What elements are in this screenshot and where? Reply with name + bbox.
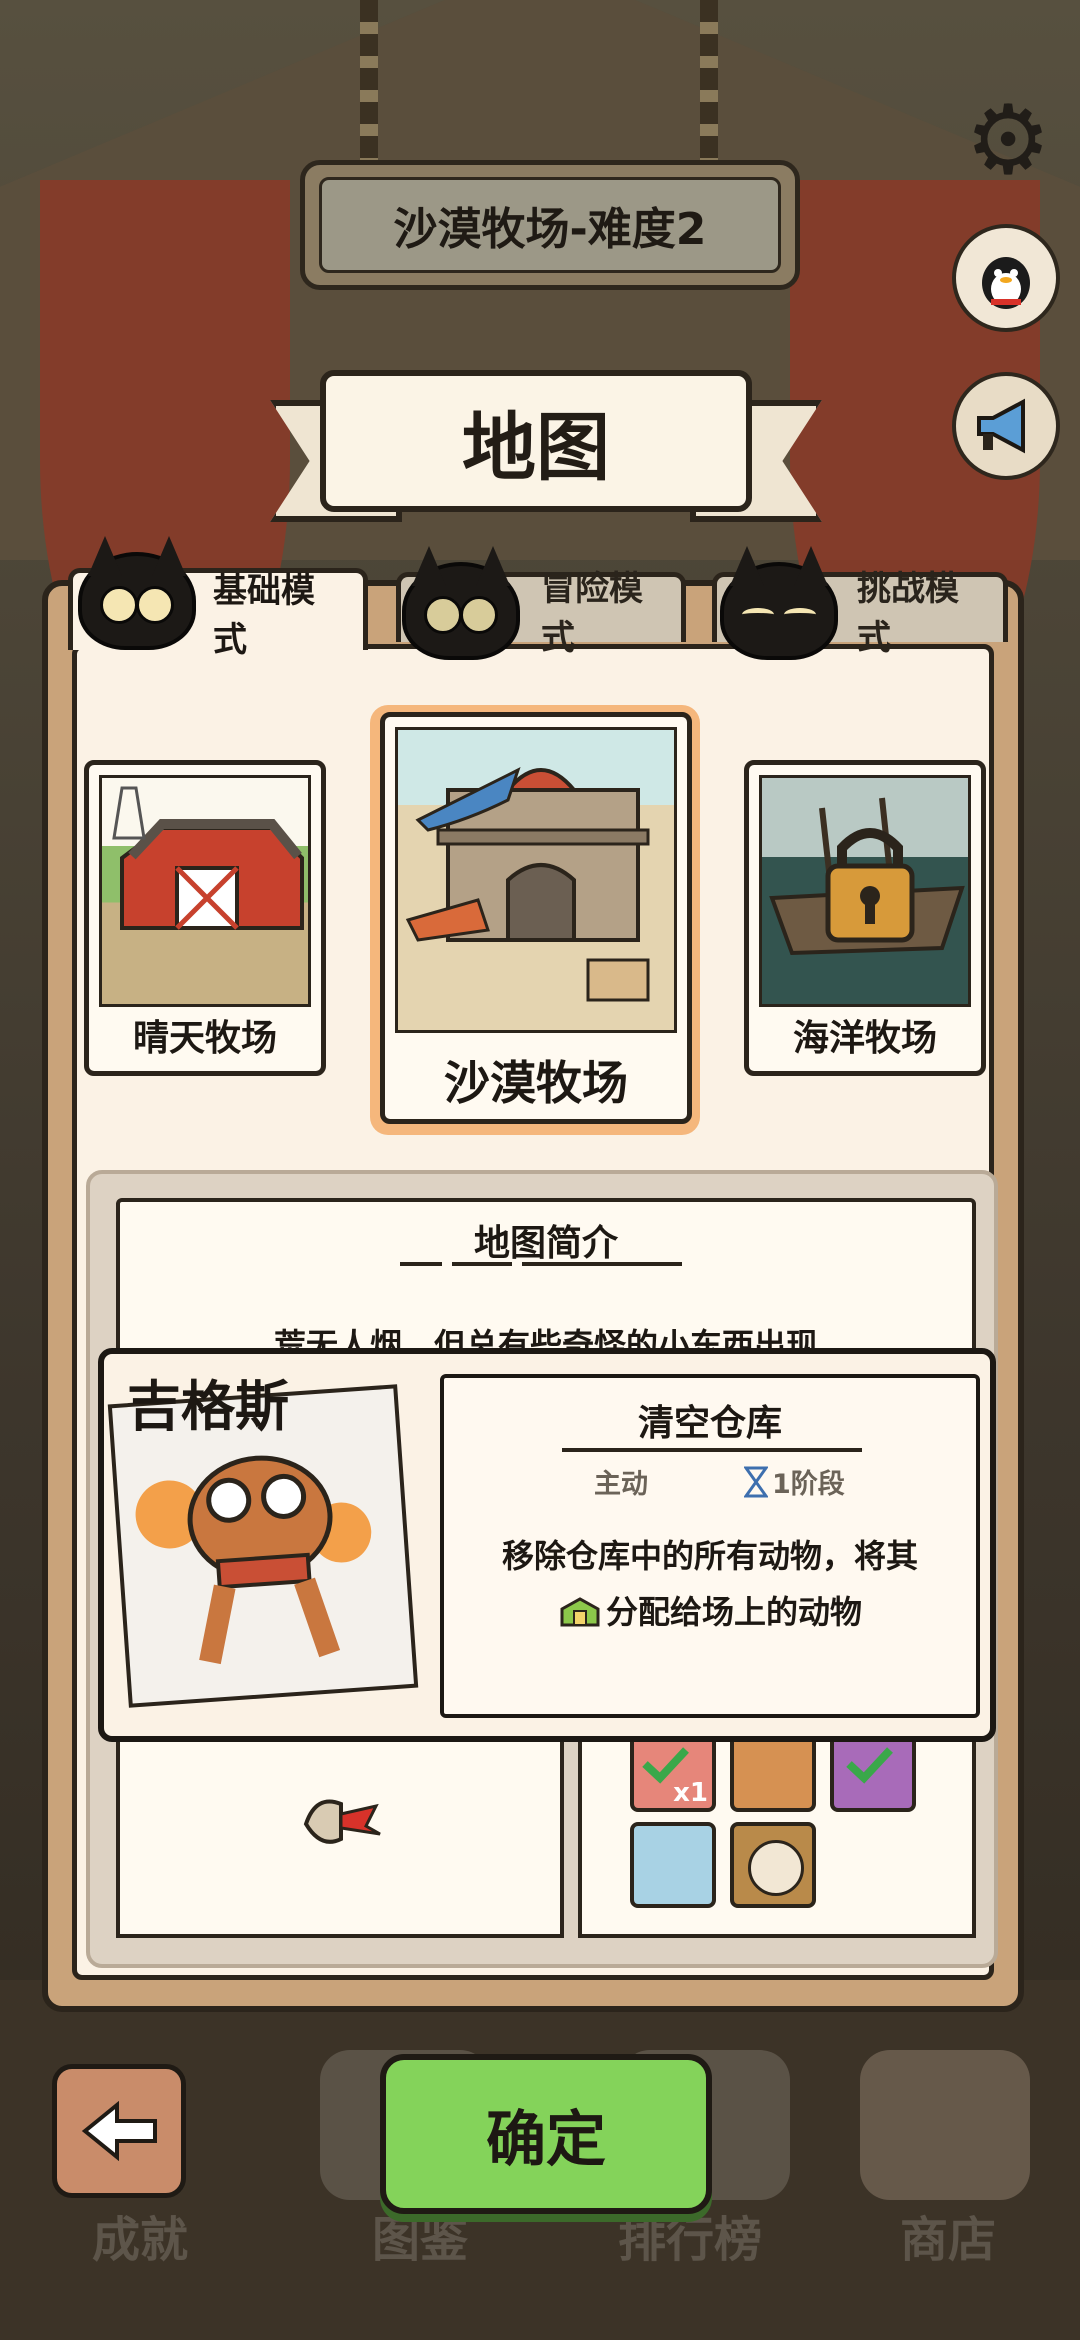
cat-eye xyxy=(424,596,462,634)
cat-eye xyxy=(784,608,816,621)
black-cat-icon xyxy=(78,552,196,650)
skill-stage-wrap: 1阶段 xyxy=(744,1462,845,1501)
tab-basic-mode-label: 基础模式 xyxy=(213,570,315,660)
map-intro-box: 地图简介 荒无人烟，但总有些奇怪的小东西出现 xyxy=(116,1198,976,1364)
item-slot[interactable] xyxy=(630,1822,716,1908)
sign-chain-right xyxy=(700,0,718,170)
tab-challenge-mode-label: 挑战模式 xyxy=(857,568,959,658)
ocean-ranch-image xyxy=(759,775,971,1007)
black-cat-icon xyxy=(402,562,520,660)
back-arrow-icon xyxy=(81,2101,157,2161)
cat-eye xyxy=(100,586,138,624)
skill-desc-line1: 移除仓库中的所有动物，将其 xyxy=(501,1537,918,1575)
skill-desc-line2: 分配给场上的动物 xyxy=(605,1593,862,1631)
character-name: 吉格斯 xyxy=(127,1375,289,1438)
divider xyxy=(522,1262,682,1266)
map-name-ocean: 海洋牧场 xyxy=(792,1018,937,1059)
map-card-desert[interactable]: 沙漠牧场 xyxy=(380,712,692,1124)
cat-eye xyxy=(742,608,774,621)
cat-eye xyxy=(136,586,174,624)
warehouse-icon xyxy=(560,1597,600,1627)
skill-card: 清空仓库 主动 1阶段 移除仓库中的所有动物，将其 分配给场上的动物 xyxy=(440,1374,980,1718)
lock-icon xyxy=(825,828,915,943)
qq-penguin-icon[interactable] xyxy=(952,224,1060,332)
settings-gear-icon[interactable]: ⚙ xyxy=(958,90,1058,190)
stage-title: 沙漠牧场-难度2 xyxy=(319,177,781,273)
sunny-ranch-image xyxy=(99,775,311,1007)
skill-type: 主动 xyxy=(594,1469,648,1500)
skull-icon xyxy=(748,1840,804,1896)
tab-adventure-mode-label: 冒险模式 xyxy=(541,568,643,658)
sign-chain-left xyxy=(360,0,378,170)
checkmark-icon xyxy=(846,1747,893,1784)
map-name-sunny: 晴天牧场 xyxy=(132,1018,277,1059)
skill-stage: 1阶段 xyxy=(772,1469,845,1500)
back-button[interactable] xyxy=(52,2064,186,2198)
desert-ranch-image xyxy=(395,727,677,1033)
map-card-ocean[interactable]: 海洋牧场 xyxy=(744,760,986,1076)
map-banner-title: 地图 xyxy=(320,370,752,512)
confirm-button[interactable]: 确定 xyxy=(380,2054,712,2214)
checkmark-icon xyxy=(642,1747,689,1784)
divider xyxy=(400,1262,442,1266)
nav-achievements[interactable]: 成就 xyxy=(40,2200,240,2270)
cat-eye xyxy=(460,596,498,634)
map-card-sunny[interactable]: 晴天牧场 xyxy=(84,760,326,1076)
shovel-icon xyxy=(303,1799,381,1844)
shop-icon[interactable] xyxy=(860,2050,1030,2200)
skill-name: 清空仓库 xyxy=(637,1403,782,1444)
megaphone-icon[interactable] xyxy=(952,372,1060,480)
black-cat-icon xyxy=(720,562,838,660)
nav-shop[interactable]: 商店 xyxy=(848,2200,1048,2270)
hourglass-icon xyxy=(744,1466,768,1497)
item-slot[interactable] xyxy=(730,1822,816,1908)
skill-desc-line2-wrap: 分配给场上的动物 xyxy=(464,1584,956,1640)
divider xyxy=(562,1448,862,1452)
stage-title-sign: 沙漠牧场-难度2 xyxy=(300,160,800,290)
skill-description: 移除仓库中的所有动物，将其 分配给场上的动物 xyxy=(464,1528,956,1640)
divider xyxy=(452,1262,512,1266)
map-name-desert: 沙漠牧场 xyxy=(444,1056,628,1110)
map-intro-title: 地图简介 xyxy=(473,1223,618,1264)
